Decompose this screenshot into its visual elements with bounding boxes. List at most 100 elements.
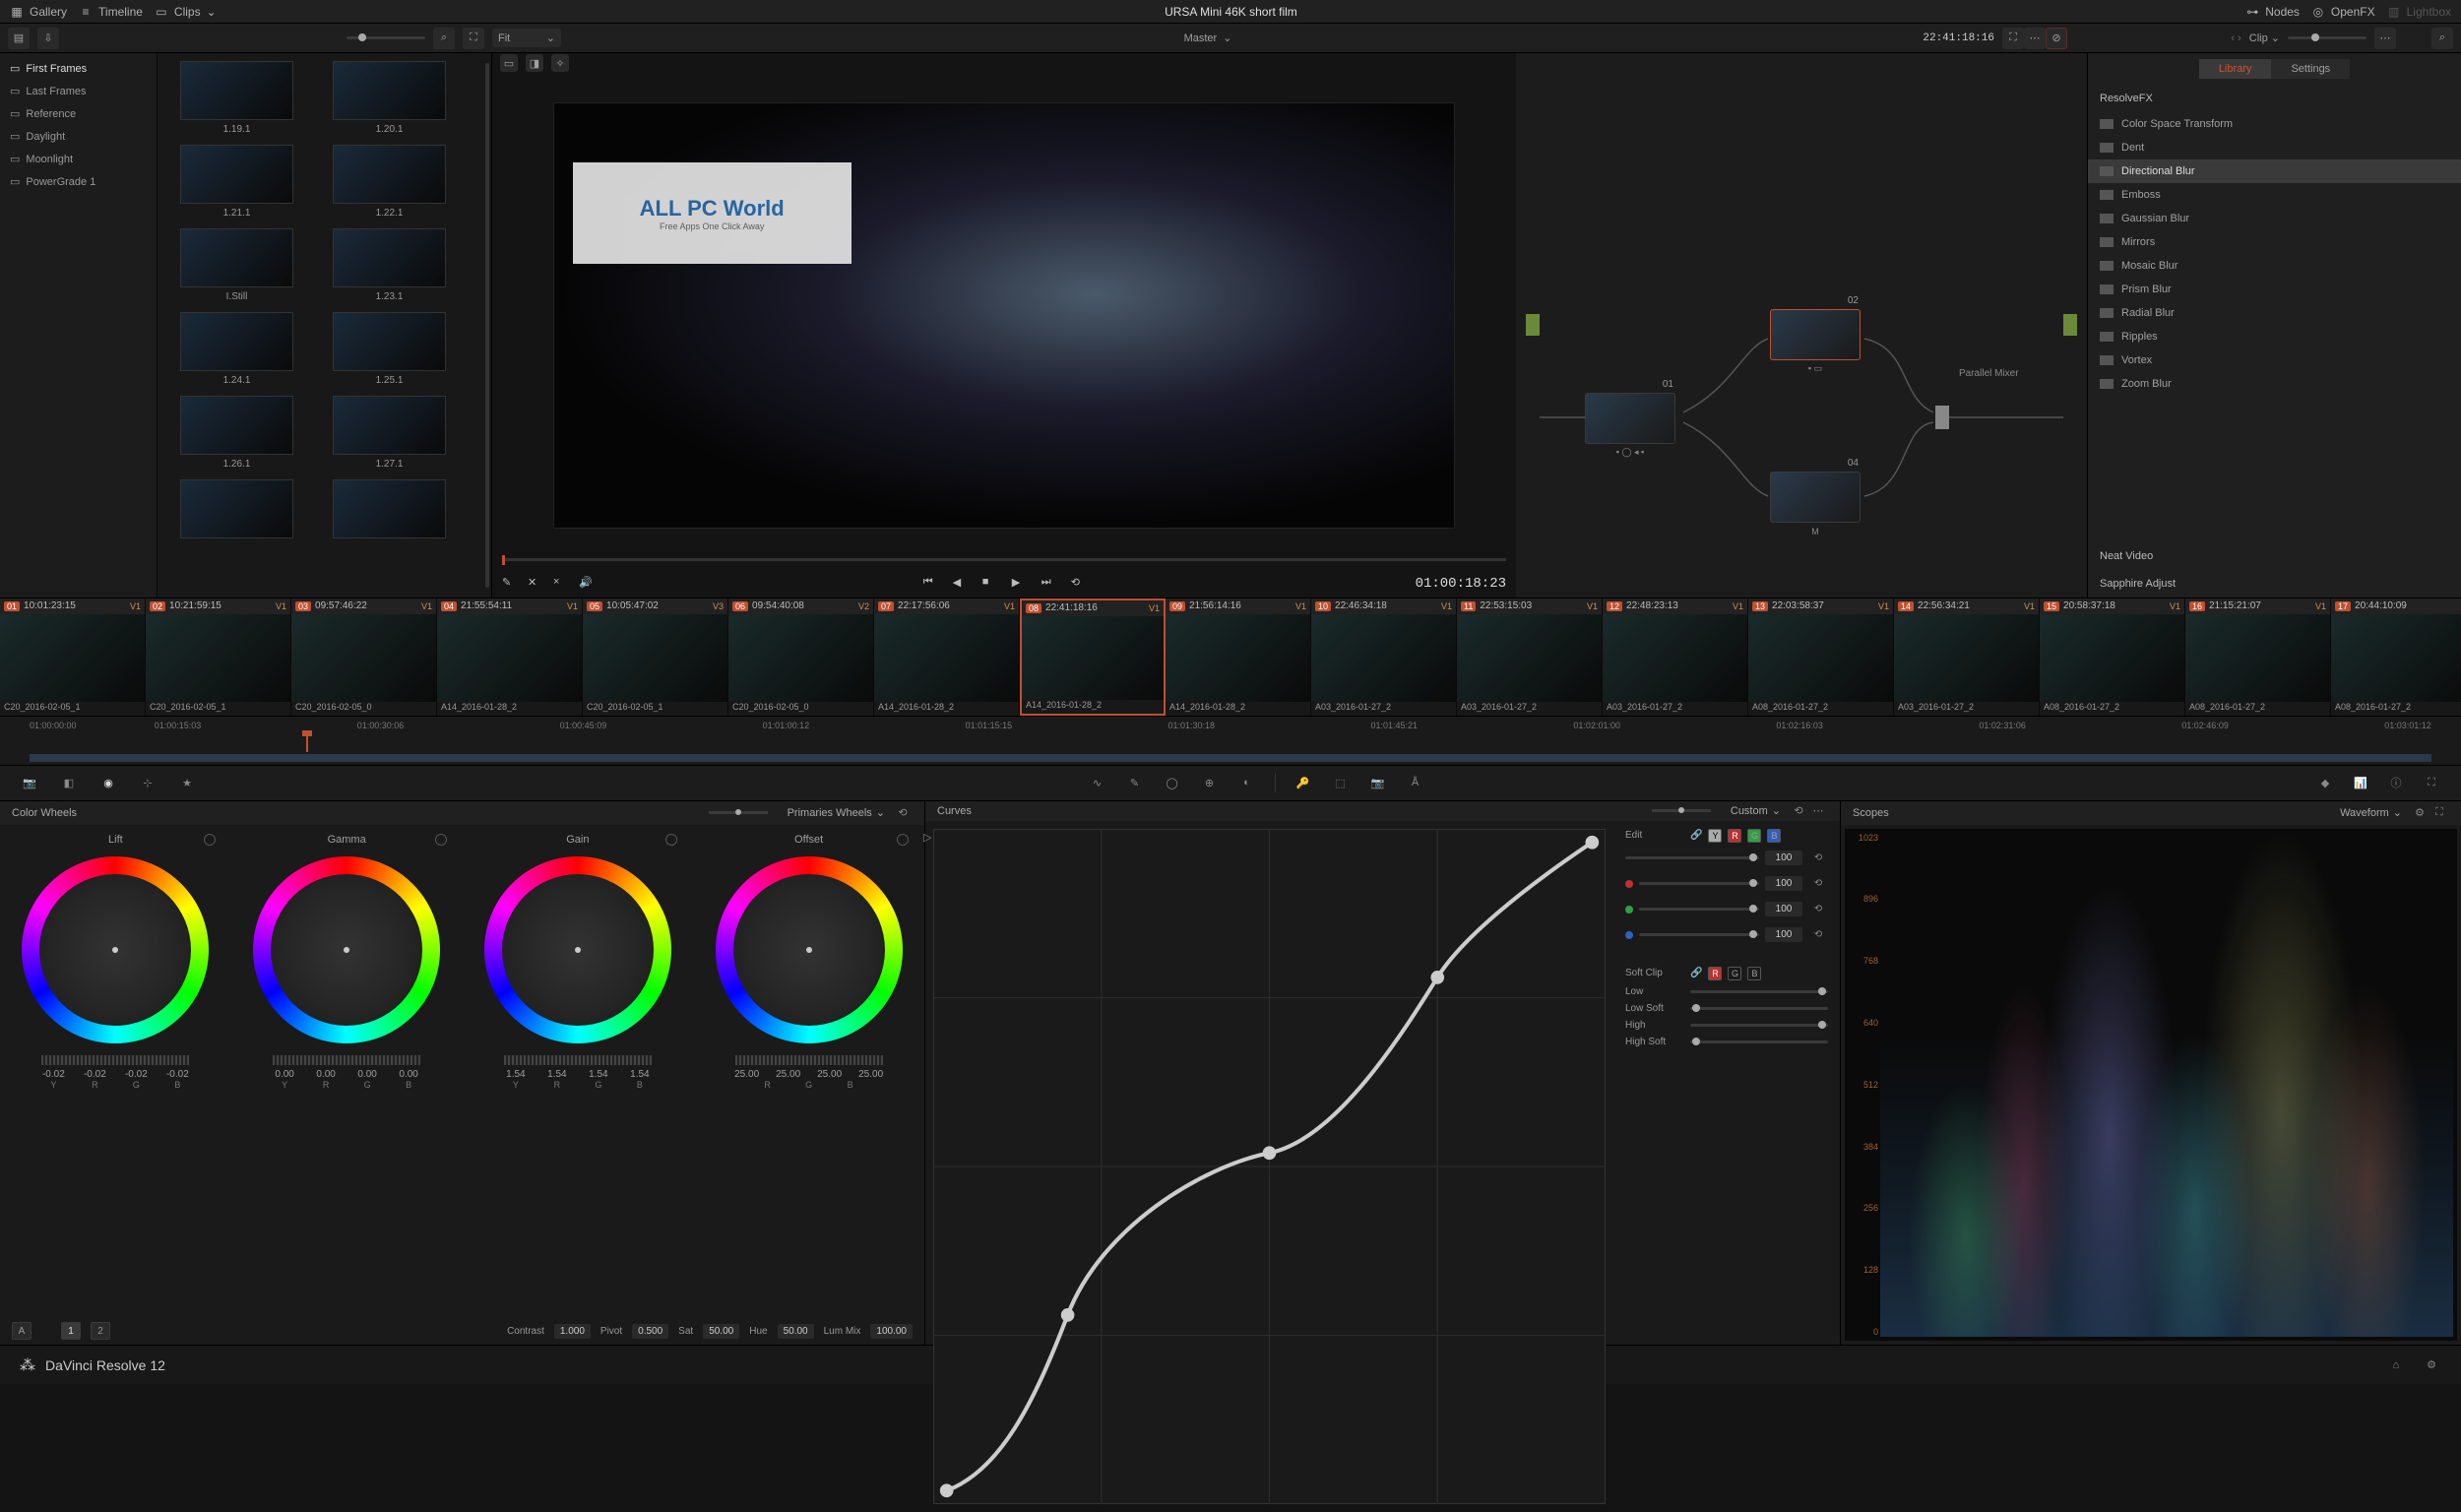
stereo-icon[interactable]: 📷 <box>1368 773 1388 792</box>
gamma-value[interactable]: 0.00 <box>308 1069 344 1080</box>
curves-page-dots[interactable] <box>1652 809 1711 812</box>
clip-thumbnail[interactable]: 1720:44:10:09V1A08_2016-01-27_2 <box>2331 598 2461 716</box>
rgb-mixer-icon[interactable]: ⊹ <box>138 773 158 792</box>
fx-dent[interactable]: Dent <box>2088 136 2461 159</box>
intensity-r-slider[interactable] <box>1639 882 1759 885</box>
low-slider[interactable] <box>1690 990 1828 993</box>
gallery-still[interactable]: 1.20.1 <box>318 61 461 135</box>
play-icon[interactable]: ▶ <box>1012 576 1028 592</box>
gain-value[interactable]: 1.54 <box>539 1069 575 1080</box>
offset-reset-icon[interactable] <box>897 834 909 846</box>
blur-icon[interactable]: ◐ <box>1237 773 1257 792</box>
album-reference[interactable]: ▭Reference <box>0 102 157 125</box>
wand-icon[interactable]: ✧ <box>551 54 569 72</box>
lowsoft-slider[interactable] <box>1690 1007 1828 1010</box>
nodes-zoom-slider[interactable] <box>2288 36 2366 39</box>
openfx-button[interactable]: ◎ OpenFX <box>2311 5 2375 19</box>
node-01[interactable]: 01 ▪ ◯ ◂ ▪ <box>1585 393 1675 444</box>
clip-thumbnail[interactable]: 1022:46:34:18V1A03_2016-01-27_2 <box>1311 598 1457 716</box>
crosshair-icon[interactable]: ✕ <box>528 576 543 592</box>
gain-colorwheel[interactable] <box>484 856 671 1043</box>
color-match-icon[interactable]: ◧ <box>59 773 79 792</box>
fx-tab-library[interactable]: Library <box>2199 59 2272 79</box>
gain-value[interactable]: 1.54 <box>498 1069 534 1080</box>
gamma-reset-icon[interactable] <box>435 834 447 846</box>
fx-category-sapphire[interactable]: Sapphire Adjust <box>2088 570 2461 598</box>
fx-radial-blur[interactable]: Radial Blur <box>2088 301 2461 325</box>
node-graph[interactable]: 01 ▪ ◯ ◂ ▪ 02 ▪ ▭ 04 M Parallel Mixer <box>1516 53 2087 598</box>
gallery-still[interactable]: 1.19.1 <box>165 61 308 135</box>
scopes-type-dropdown[interactable]: Waveform ⌄ <box>2340 806 2402 819</box>
album-moonlight[interactable]: ▭Moonlight <box>0 148 157 170</box>
clip-dropdown[interactable]: Clip ⌄ <box>2249 32 2280 44</box>
lightbox-button[interactable]: ▥ Lightbox <box>2387 5 2451 19</box>
channel-r[interactable]: R <box>1728 829 1741 843</box>
fx-mirrors[interactable]: Mirrors <box>2088 230 2461 254</box>
clip-thumbnail[interactable]: 1222:48:23:13V1A03_2016-01-27_2 <box>1603 598 1748 716</box>
highsoft-slider[interactable] <box>1690 1040 1828 1043</box>
home-icon[interactable]: ⌂ <box>2386 1355 2406 1375</box>
window-icon[interactable]: ◯ <box>1163 773 1182 792</box>
gallery-still[interactable]: I.Still <box>165 228 308 302</box>
play-reverse-icon[interactable]: ◀ <box>953 576 969 592</box>
gain-reset-icon[interactable] <box>665 834 677 846</box>
softclip-r[interactable]: R <box>1708 967 1722 980</box>
camera-raw-icon[interactable]: 📷 <box>20 773 39 792</box>
bypass-grade-icon[interactable]: ⊘ <box>2046 28 2067 49</box>
loop-icon[interactable]: ⟲ <box>1071 576 1087 592</box>
color-wheels-icon[interactable]: ◉ <box>98 773 118 792</box>
info-icon[interactable]: ⓘ <box>2386 773 2406 792</box>
nodes-zoom-arrows[interactable]: ‹ › <box>2231 32 2240 44</box>
lift-colorwheel[interactable] <box>22 856 209 1043</box>
keyframes-icon[interactable]: ◆ <box>2315 773 2335 792</box>
gamma-jog[interactable] <box>273 1055 420 1065</box>
album-daylight[interactable]: ▭Daylight <box>0 125 157 148</box>
gallery-still[interactable]: 1.23.1 <box>318 228 461 302</box>
contrast-value[interactable]: 1.000 <box>554 1324 591 1339</box>
fx-color-space-transform[interactable]: Color Space Transform <box>2088 112 2461 136</box>
clip-thumbnail[interactable]: 1520:58:37:18V1A08_2016-01-27_2 <box>2040 598 2185 716</box>
high-slider[interactable] <box>1690 1024 1828 1027</box>
expand-icon[interactable]: ⛶ <box>463 28 484 49</box>
reset-icon[interactable]: ⟲ <box>1808 849 1828 868</box>
nodes-button[interactable]: ⊶ Nodes <box>2245 5 2300 19</box>
grade-a-button[interactable]: A <box>12 1322 32 1340</box>
channel-y[interactable]: Y <box>1708 829 1722 843</box>
intensity-b-value[interactable]: 100 <box>1765 927 1802 942</box>
curves-icon[interactable]: ∿ <box>1088 773 1107 792</box>
motion-effects-icon[interactable]: ★ <box>177 773 197 792</box>
channel-b[interactable]: B <box>1767 829 1781 843</box>
clip-thumbnail[interactable]: 0510:05:47:02V3C20_2016-02-05_1 <box>583 598 728 716</box>
clip-thumbnail[interactable]: 1621:15:21:07V1A08_2016-01-27_2 <box>2185 598 2331 716</box>
softclip-b[interactable]: B <box>1747 967 1761 980</box>
data-burn-icon[interactable]: Å <box>1406 773 1425 792</box>
fx-gaussian-blur[interactable]: Gaussian Blur <box>2088 207 2461 230</box>
parallel-mixer-node[interactable] <box>1935 406 1949 429</box>
gamma-value[interactable]: 0.00 <box>349 1069 385 1080</box>
lift-value[interactable]: -0.02 <box>35 1069 71 1080</box>
first-frame-icon[interactable]: ⏮ <box>923 576 939 592</box>
offset-jog[interactable] <box>735 1055 883 1065</box>
page-2-button[interactable]: 2 <box>91 1322 110 1340</box>
intensity-g-slider[interactable] <box>1639 908 1759 911</box>
timeline-button[interactable]: ≡ Timeline <box>79 5 143 19</box>
gallery-still[interactable] <box>318 479 461 542</box>
lift-value[interactable]: -0.02 <box>77 1069 112 1080</box>
gallery-still[interactable]: 1.21.1 <box>165 145 308 219</box>
pivot-value[interactable]: 0.500 <box>632 1324 668 1339</box>
clip-thumbnail[interactable]: 1422:56:34:21V1A03_2016-01-27_2 <box>1894 598 2040 716</box>
offset-value[interactable]: 25.00 <box>771 1069 806 1080</box>
link-icon[interactable]: 🔗 <box>1690 830 1702 841</box>
clip-thumbnail[interactable]: 0421:55:54:11V1A14_2016-01-28_2 <box>437 598 583 716</box>
curves-mode-dropdown[interactable]: Custom ⌄ <box>1731 804 1781 817</box>
search-icon[interactable]: ⌕ <box>433 28 455 49</box>
sizing-icon[interactable]: ⬚ <box>1331 773 1351 792</box>
fx-zoom-blur[interactable]: Zoom Blur <box>2088 372 2461 396</box>
scopes-settings-icon[interactable]: ⚙ <box>2410 803 2429 823</box>
gallery-still[interactable]: 1.26.1 <box>165 396 308 470</box>
fx-mosaic-blur[interactable]: Mosaic Blur <box>2088 254 2461 278</box>
viewer-timecode[interactable]: 22:41:18:16 <box>1855 32 2002 44</box>
sat-value[interactable]: 50.00 <box>703 1324 739 1339</box>
clip-thumbnail[interactable]: 0210:21:59:15V1C20_2016-02-05_1 <box>146 598 291 716</box>
eyedropper-icon[interactable]: ✎ <box>502 576 518 592</box>
